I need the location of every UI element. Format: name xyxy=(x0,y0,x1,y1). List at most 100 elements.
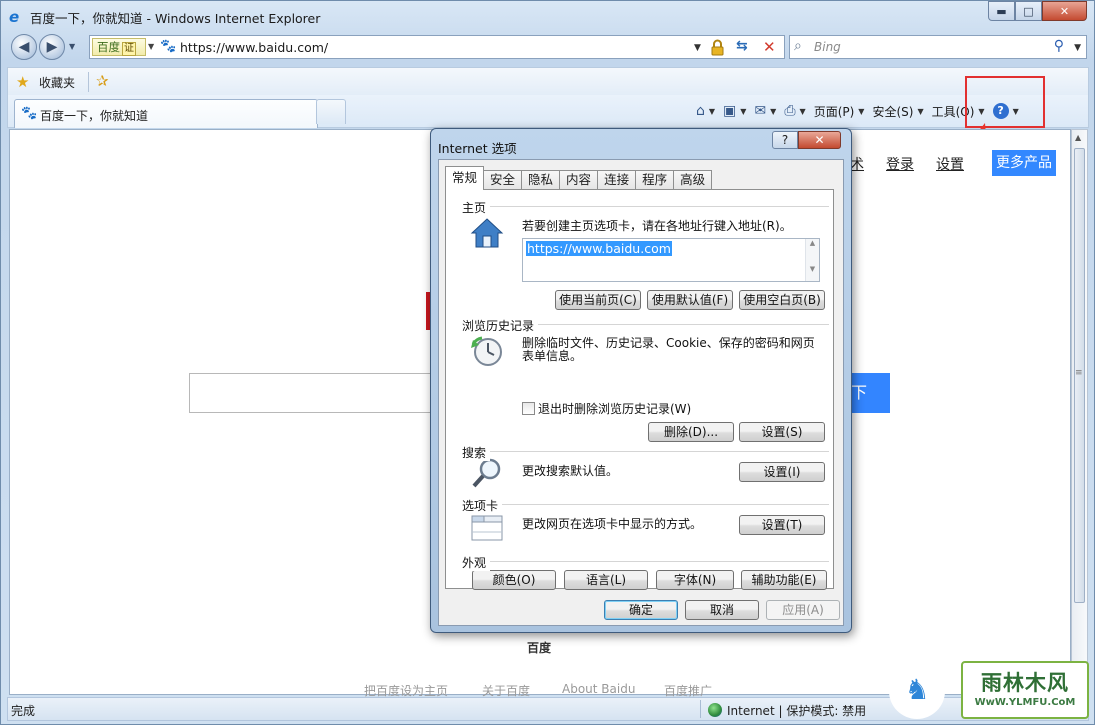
window-title: 百度一下，你就知道 - Windows Internet Explorer xyxy=(30,11,321,26)
maximize-button[interactable]: □ xyxy=(1015,1,1042,21)
page-menu-button[interactable]: 页面(P) ▼ xyxy=(810,99,869,123)
languages-button[interactable]: 语言(L) xyxy=(564,570,648,590)
scroll-up-icon[interactable]: ▲ xyxy=(806,239,819,247)
watermark: ♞ 雨林木风 WwW.YLMFU.CoM xyxy=(889,659,1091,721)
scroll-down-icon[interactable]: ▼ xyxy=(806,265,819,273)
watermark-url: WwW.YLMFU.CoM xyxy=(974,697,1076,708)
home-page-textarea[interactable]: https://www.baidu.com ▲ ▼ xyxy=(522,238,820,282)
search-go-icon[interactable]: ⚲ xyxy=(1054,38,1064,54)
favorites-bar: ★ 收藏夹 ✰ xyxy=(7,67,1089,95)
delete-history-on-exit-checkbox[interactable] xyxy=(522,402,535,415)
home-page-url[interactable]: https://www.baidu.com xyxy=(526,241,672,256)
ie-logo-icon: e xyxy=(9,8,20,26)
minimize-button[interactable]: ▬ xyxy=(988,1,1015,21)
tab-programs[interactable]: 程序 xyxy=(635,170,675,190)
footer-link-about-en[interactable]: About Baidu xyxy=(562,682,635,696)
dialog-tabs: 常规 安全 隐私 内容 连接 程序 高级 xyxy=(445,166,713,190)
delete-history-on-exit-label[interactable]: 退出时删除浏览历史记录(W) xyxy=(538,403,691,416)
tabs-section-label: 选项卡 xyxy=(462,497,503,514)
site-identity-badge[interactable]: 百度证 xyxy=(92,38,146,56)
more-products-button[interactable]: 更多产品 xyxy=(992,150,1056,176)
baidu-top-link-partial[interactable]: 术 xyxy=(850,154,864,174)
clock-history-icon xyxy=(471,336,502,366)
general-tab-panel: 主页 若要创建主页选项卡，请在各地址行键入地址(R)。 https://www.… xyxy=(445,189,834,590)
certificate-icon: 证 xyxy=(122,42,136,56)
back-button[interactable]: ◀ xyxy=(11,34,37,60)
security-zone[interactable]: Internet | 保护模式: 禁用 xyxy=(708,702,866,719)
search-box[interactable]: ⌕ Bing ⚲ ▼ xyxy=(789,35,1087,59)
close-button[interactable]: ✕ xyxy=(1042,1,1087,21)
address-bar[interactable]: 百度证 ▼ 🐾 https://www.baidu.com/ ▼ ⇆ ✕ xyxy=(89,35,785,59)
baidu-settings-link[interactable]: 设置 xyxy=(936,154,964,174)
home-dropdown-arrow[interactable]: ▼ xyxy=(709,107,715,116)
horse-logo-icon: ♞ xyxy=(889,663,945,719)
magnifier-icon xyxy=(472,458,501,488)
home-page-section-label: 主页 xyxy=(462,199,491,216)
fonts-button[interactable]: 字体(N) xyxy=(656,570,734,590)
favorites-star-icon[interactable]: ★ xyxy=(16,73,29,91)
baidu-search-input[interactable] xyxy=(189,373,437,413)
search-options-dropdown[interactable]: ▼ xyxy=(1074,43,1081,53)
accessibility-button[interactable]: 辅助功能(E) xyxy=(741,570,827,590)
mail-button[interactable]: ✉ ▼ xyxy=(750,99,780,123)
tabs-settings-button[interactable]: 设置(T) xyxy=(739,515,825,535)
use-default-button[interactable]: 使用默认值(F) xyxy=(647,290,733,310)
tabs-description: 更改网页在选项卡中显示的方式。 xyxy=(522,517,703,531)
add-to-favorites-bar-icon[interactable]: ✰ xyxy=(96,72,109,90)
search-settings-button[interactable]: 设置(I) xyxy=(739,462,825,482)
address-dropdown-arrow[interactable]: ▼ xyxy=(694,43,701,53)
baidu-favicon-icon: 🐾 xyxy=(160,39,177,54)
dialog-title: Internet 选项 xyxy=(438,141,517,156)
delete-history-button[interactable]: 删除(D)... xyxy=(648,422,734,442)
tab-advanced[interactable]: 高级 xyxy=(673,170,713,190)
use-blank-button[interactable]: 使用空白页(B) xyxy=(739,290,825,310)
safety-menu-button[interactable]: 安全(S) ▼ xyxy=(868,99,927,123)
tab-connections[interactable]: 连接 xyxy=(597,170,637,190)
history-settings-button[interactable]: 设置(S) xyxy=(739,422,825,442)
forward-button[interactable]: ▶ xyxy=(39,34,65,60)
feeds-button[interactable]: ▣ ▼ xyxy=(719,99,750,123)
dialog-body: 常规 安全 隐私 内容 连接 程序 高级 主页 若要创建主页选项卡，请在各地址行… xyxy=(438,159,844,626)
stop-icon[interactable]: ✕ xyxy=(763,38,776,56)
lock-icon[interactable] xyxy=(710,39,725,56)
feeds-dropdown-arrow[interactable]: ▼ xyxy=(740,107,746,116)
print-dropdown-arrow[interactable]: ▼ xyxy=(800,107,806,116)
home-page-scrollbar[interactable]: ▲ ▼ xyxy=(805,239,819,281)
recent-pages-dropdown[interactable]: ▼ xyxy=(69,42,75,51)
colors-button[interactable]: 颜色(O) xyxy=(472,570,556,590)
favorites-button[interactable]: 收藏夹 xyxy=(39,74,75,91)
baidu-login-link[interactable]: 登录 xyxy=(886,154,914,174)
ok-button[interactable]: 确定 xyxy=(604,600,678,620)
page-menu-label: 页面(P) xyxy=(813,104,855,119)
cancel-button[interactable]: 取消 xyxy=(685,600,759,620)
tabs-section-divider xyxy=(462,504,829,505)
vertical-scrollbar[interactable]: ▲ ≡ ▼ xyxy=(1071,129,1088,695)
dialog-close-button[interactable]: ✕ xyxy=(798,131,841,149)
security-zone-label: Internet | 保护模式: 禁用 xyxy=(727,704,867,718)
baidu-search-button[interactable]: 下 xyxy=(846,373,890,413)
watermark-name: 雨林木风 xyxy=(981,671,1069,695)
baidu-favicon-icon: 🐾 xyxy=(21,106,38,121)
new-tab-button[interactable] xyxy=(316,99,346,124)
search-input[interactable]: Bing xyxy=(814,40,841,54)
url-text[interactable]: https://www.baidu.com/ xyxy=(180,40,328,55)
tab-content[interactable]: 内容 xyxy=(559,170,599,190)
dialog-help-button[interactable]: ? xyxy=(772,131,798,149)
tab-security[interactable]: 安全 xyxy=(483,170,523,190)
tab-baidu[interactable]: 🐾 百度一下，你就知道 xyxy=(14,99,318,128)
scroll-up-icon[interactable]: ▲ xyxy=(1075,133,1081,142)
tab-privacy[interactable]: 隐私 xyxy=(521,170,561,190)
apply-button[interactable]: 应用(A) xyxy=(766,600,840,620)
home-button[interactable]: ⌂ ▼ xyxy=(692,99,719,123)
history-section-label: 浏览历史记录 xyxy=(462,317,539,334)
mail-dropdown-arrow[interactable]: ▼ xyxy=(770,107,776,116)
tabbed-window-icon xyxy=(471,515,503,541)
refresh-icon[interactable]: ⇆ xyxy=(736,38,748,54)
search-description: 更改搜索默认值。 xyxy=(522,464,619,478)
tab-general[interactable]: 常规 xyxy=(445,166,485,190)
use-current-button[interactable]: 使用当前页(C) xyxy=(555,290,641,310)
site-dropdown-arrow[interactable]: ▼ xyxy=(148,42,154,51)
print-button[interactable]: ⎙ ▼ xyxy=(780,99,809,123)
home-icon: ⌂ xyxy=(696,103,705,119)
site-badge-label: 百度 xyxy=(97,40,120,54)
